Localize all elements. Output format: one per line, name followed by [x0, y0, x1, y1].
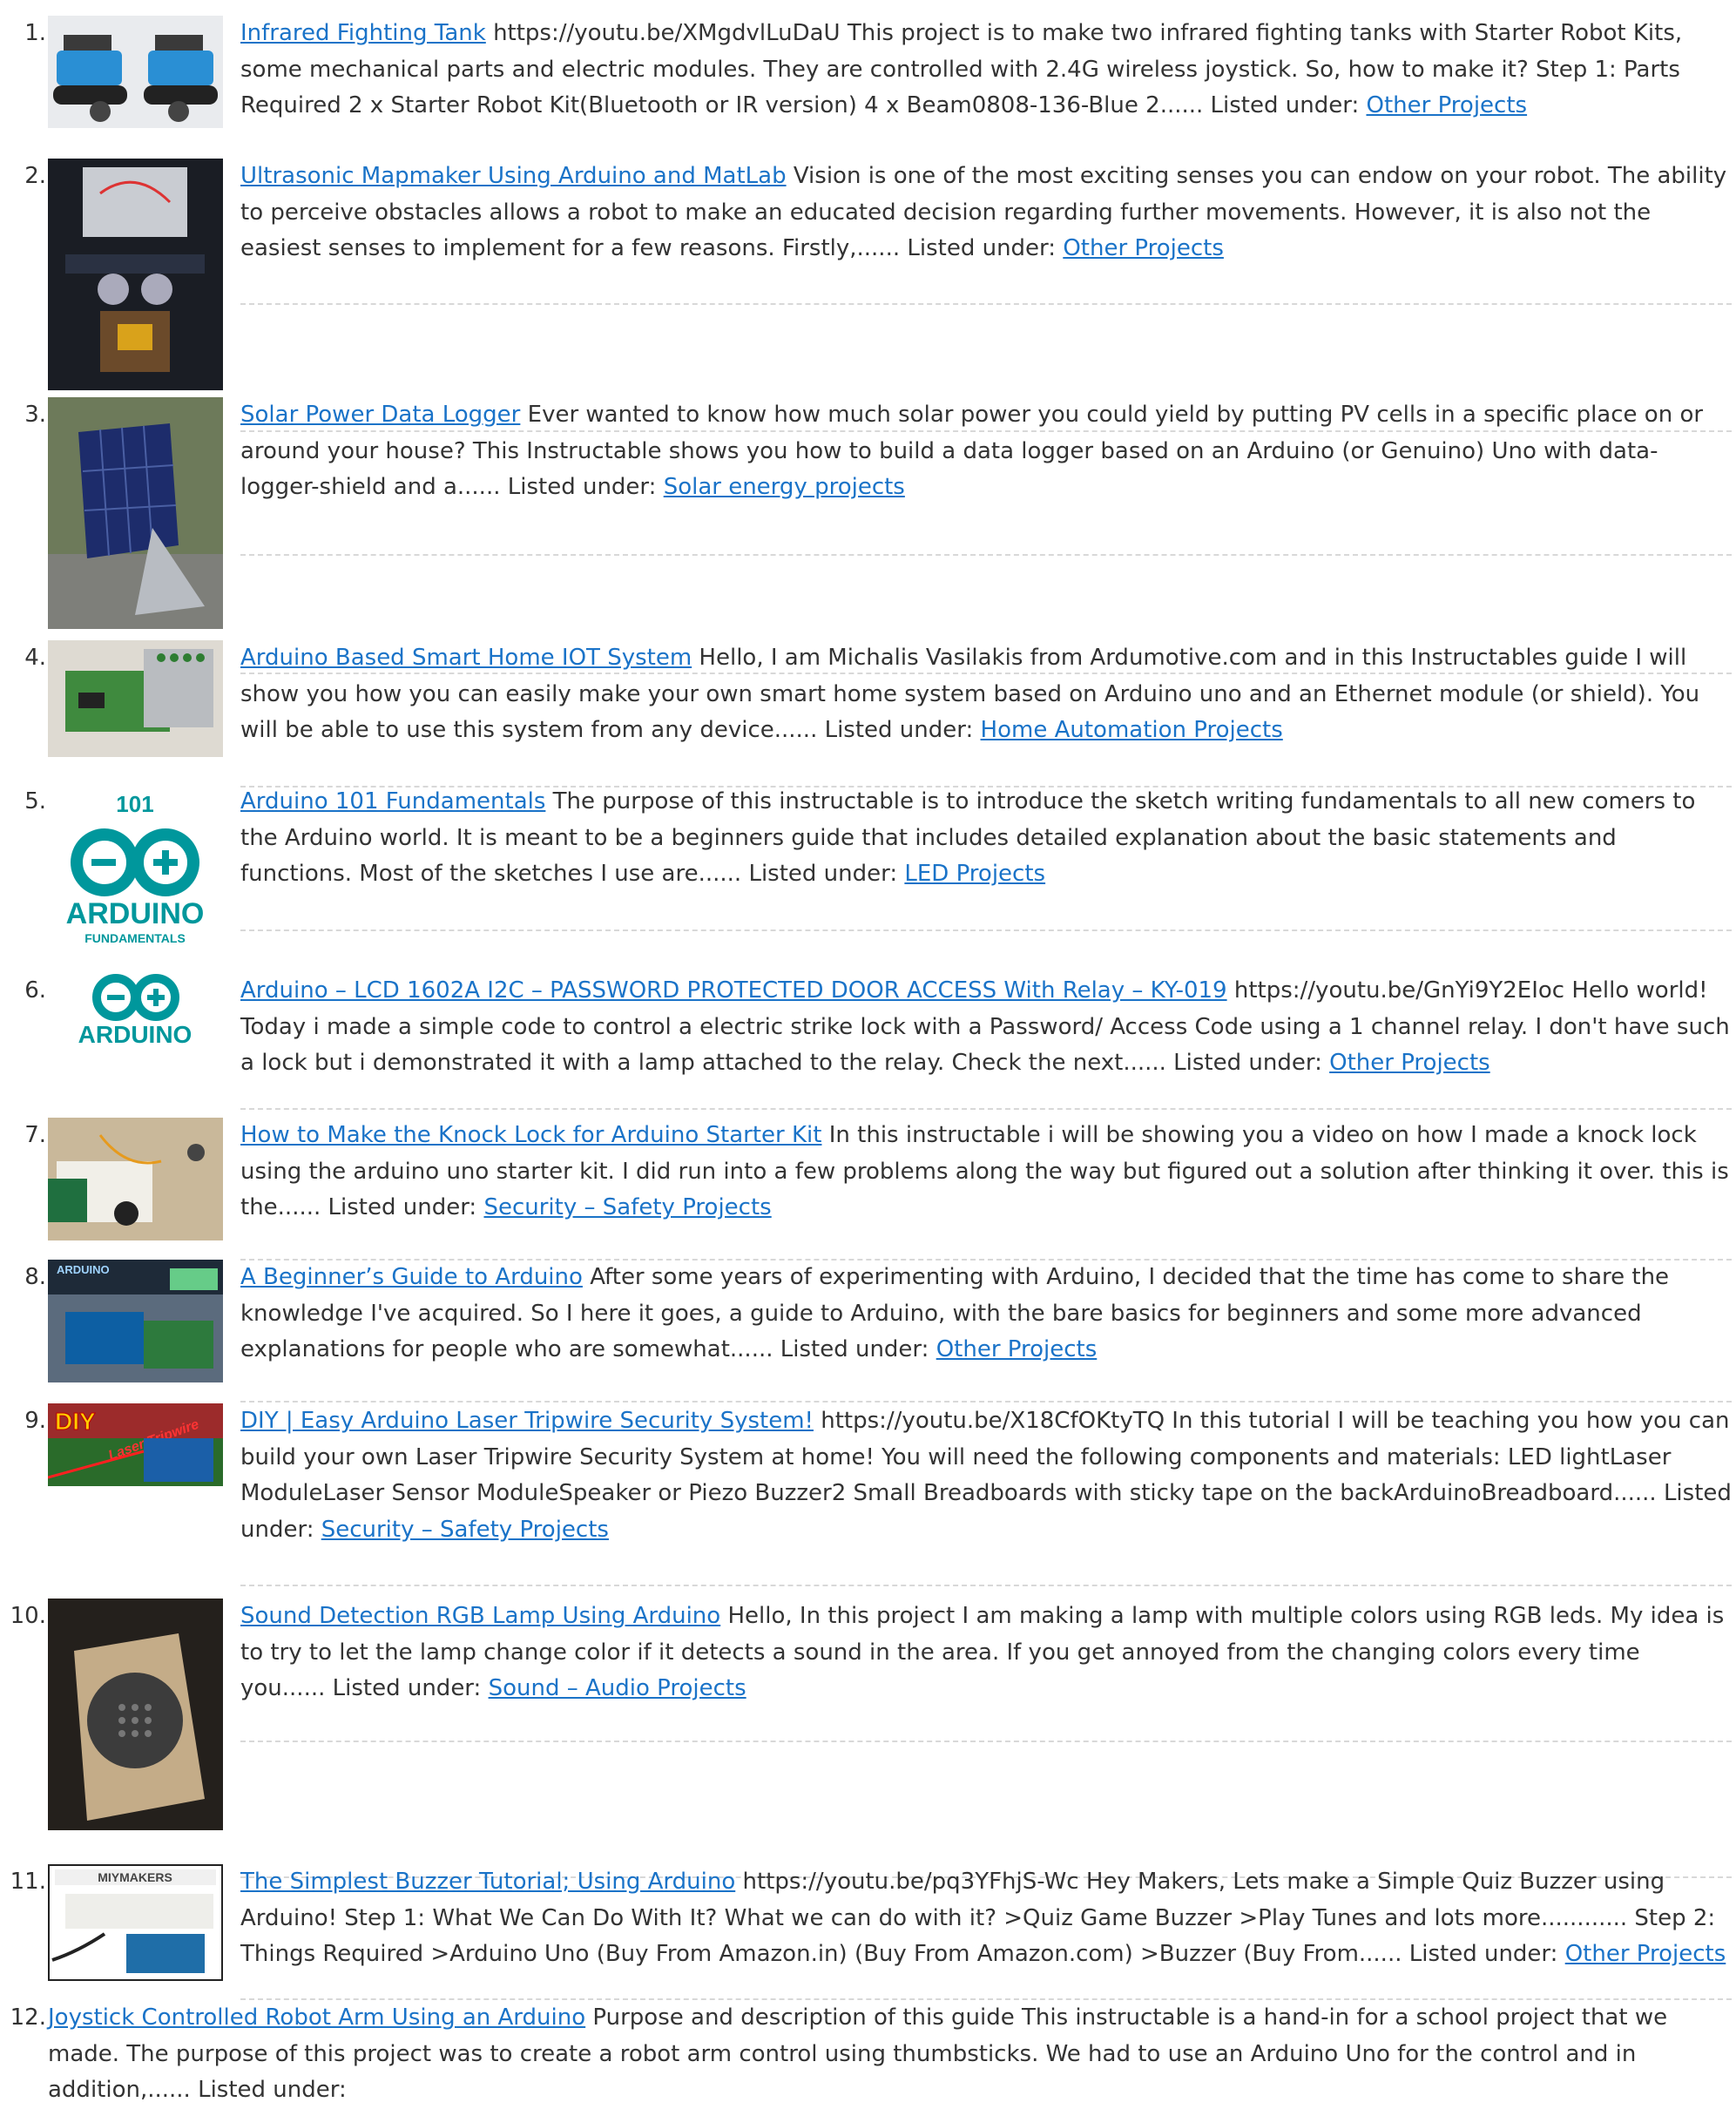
category-link[interactable]: Sound – Audio Projects — [489, 1675, 746, 1701]
item-number: 9. — [24, 1408, 46, 1434]
item-description: Arduino – LCD 1602A I2C – PASSWORD PROTE… — [240, 973, 1732, 1082]
item-description: Infrared Fighting Tank https://youtu.be/… — [240, 16, 1732, 125]
arduino-logo-thumbnail[interactable]: ARDUINO — [48, 973, 223, 1048]
category-link[interactable]: Solar energy projects — [664, 474, 905, 500]
buzzer-breadboard-photo-thumbnail[interactable]: MIYMAKERS — [48, 1864, 223, 1981]
svg-text:FUNDAMENTALS: FUNDAMENTALS — [84, 931, 186, 945]
item-description: Sound Detection RGB Lamp Using Arduino H… — [240, 1599, 1732, 1707]
category-link[interactable]: Other Projects — [1565, 1941, 1726, 1967]
listed-under-label: Listed under: — [1210, 92, 1360, 118]
listed-under-label: Listed under: — [748, 861, 898, 887]
listed-under-label: Listed under: — [332, 1675, 482, 1701]
listed-under-label: Listed under: — [507, 474, 657, 500]
item-description: Ultrasonic Mapmaker Using Arduino and Ma… — [240, 159, 1732, 267]
item-number: 5. — [24, 788, 46, 815]
item-number: 1. — [24, 20, 46, 46]
item-number: 6. — [24, 977, 46, 1004]
smart-home-board-photo-thumbnail[interactable] — [48, 640, 223, 757]
separator — [240, 929, 1732, 931]
item-number: 2. — [24, 163, 46, 189]
svg-text:MIYMAKERS: MIYMAKERS — [98, 1870, 172, 1884]
robot-tanks-photo-thumbnail[interactable] — [48, 16, 223, 128]
project-title-link[interactable]: Sound Detection RGB Lamp Using Arduino — [240, 1603, 720, 1629]
category-link[interactable]: Other Projects — [1063, 235, 1224, 261]
rgb-lamp-photo-thumbnail[interactable] — [48, 1599, 223, 1830]
item-number: 7. — [24, 1122, 46, 1148]
separator — [240, 1585, 1732, 1586]
breadboard-photo-thumbnail[interactable] — [48, 1118, 223, 1240]
listed-under-label: Listed under: — [1173, 1050, 1322, 1076]
item-description: DIY | Easy Arduino Laser Tripwire Securi… — [240, 1403, 1732, 1548]
listed-under-label: Listed under: — [328, 1194, 477, 1220]
category-link[interactable]: LED Projects — [904, 861, 1045, 887]
svg-text:DIY: DIY — [55, 1408, 96, 1435]
separator — [240, 1108, 1732, 1110]
arduino-logo-thumbnail[interactable]: 101 ARDUINO FUNDAMENTALS — [48, 784, 223, 946]
svg-text:101: 101 — [116, 791, 153, 817]
listed-under-label: Listed under: — [780, 1336, 929, 1362]
project-title-link[interactable]: Solar Power Data Logger — [240, 402, 520, 428]
laser-tripwire-photo-thumbnail[interactable]: DIY Laser Tripwire — [48, 1403, 223, 1486]
item-number: 4. — [24, 645, 46, 671]
svg-text:ARDUINO: ARDUINO — [66, 897, 205, 930]
item-description: The Simplest Buzzer Tutorial; Using Ardu… — [240, 1864, 1732, 1973]
category-link[interactable]: Security – Safety Projects — [483, 1194, 771, 1220]
solar-panel-photo-thumbnail[interactable] — [48, 397, 223, 629]
project-title-link[interactable]: The Simplest Buzzer Tutorial; Using Ardu… — [240, 1869, 735, 1895]
item-number: 10. — [10, 1603, 46, 1629]
arduino-workbench-photo-thumbnail[interactable]: ARDUINO — [48, 1260, 223, 1382]
project-title-link[interactable]: A Beginner’s Guide to Arduino — [240, 1264, 583, 1290]
listed-under-label: Listed under: — [1408, 1941, 1558, 1967]
item-description: Joystick Controlled Robot Arm Using an A… — [48, 2000, 1732, 2109]
item-description: Arduino 101 Fundamentals The purpose of … — [240, 784, 1732, 893]
item-description: Arduino Based Smart Home IOT System Hell… — [240, 640, 1732, 749]
item-description: A Beginner’s Guide to Arduino After some… — [240, 1260, 1732, 1369]
item-description: How to Make the Knock Lock for Arduino S… — [240, 1118, 1732, 1227]
item-number: 12. — [10, 2004, 46, 2031]
category-link[interactable]: Other Projects — [936, 1336, 1098, 1362]
svg-text:ARDUINO: ARDUINO — [57, 1263, 110, 1276]
separator — [240, 303, 1732, 305]
svg-text:ARDUINO: ARDUINO — [78, 1021, 193, 1048]
item-number: 8. — [24, 1264, 46, 1290]
separator — [240, 554, 1732, 556]
project-title-link[interactable]: DIY | Easy Arduino Laser Tripwire Securi… — [240, 1408, 814, 1434]
project-title-link[interactable]: Infrared Fighting Tank — [240, 20, 486, 46]
item-number: 11. — [10, 1869, 46, 1895]
category-link[interactable]: Security – Safety Projects — [321, 1517, 609, 1543]
separator — [240, 1741, 1732, 1742]
category-link[interactable]: Other Projects — [1329, 1050, 1490, 1076]
listed-under-label: Listed under: — [907, 235, 1057, 261]
item-number: 3. — [24, 402, 46, 428]
category-link[interactable]: Other Projects — [1366, 92, 1527, 118]
project-title-link[interactable]: Joystick Controlled Robot Arm Using an A… — [48, 2004, 585, 2031]
listed-under-label: Listed under: — [824, 717, 974, 743]
project-title-link[interactable]: Ultrasonic Mapmaker Using Arduino and Ma… — [240, 163, 787, 189]
category-link[interactable]: Home Automation Projects — [981, 717, 1283, 743]
ultrasonic-robot-photo-thumbnail[interactable] — [48, 159, 223, 390]
separator — [240, 1401, 1732, 1403]
project-title-link[interactable]: Arduino Based Smart Home IOT System — [240, 645, 692, 671]
project-title-link[interactable]: How to Make the Knock Lock for Arduino S… — [240, 1122, 821, 1148]
item-description: Solar Power Data Logger Ever wanted to k… — [240, 397, 1732, 506]
project-title-link[interactable]: Arduino – LCD 1602A I2C – PASSWORD PROTE… — [240, 977, 1227, 1004]
listed-under-label: Listed under: — [198, 2077, 347, 2103]
project-title-link[interactable]: Arduino 101 Fundamentals — [240, 788, 545, 815]
